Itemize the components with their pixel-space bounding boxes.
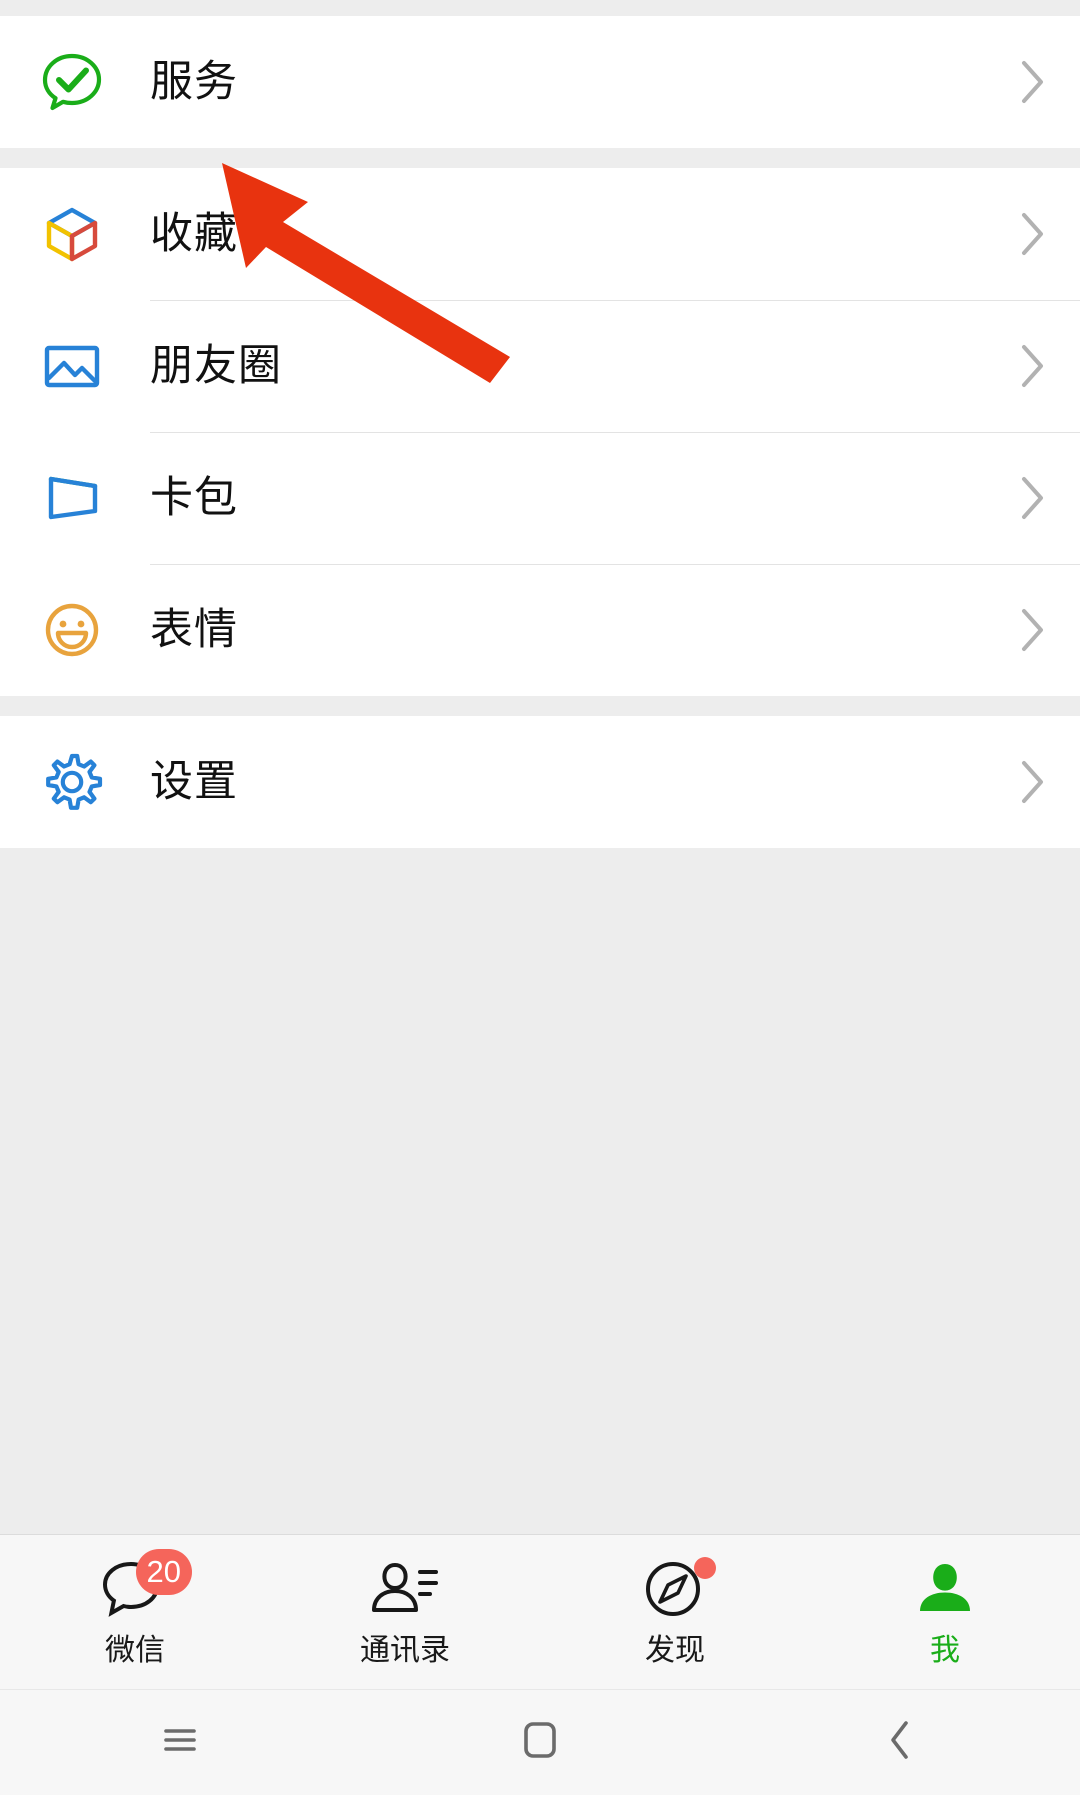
tab-label: 通讯录 (360, 1633, 450, 1667)
menu-item-label: 设置 (150, 757, 238, 806)
nav-back-button[interactable] (720, 1720, 1080, 1765)
tab-contacts-icon-wrap (368, 1559, 442, 1625)
nav-recents-button[interactable] (0, 1725, 360, 1760)
bottom-tab-bar: 20 微信 通讯录 发现 我 (0, 1534, 1080, 1689)
chevron-right-icon (1020, 211, 1046, 257)
me-person-icon (914, 1558, 976, 1625)
chevron-left-back-icon (887, 1720, 913, 1765)
wechat-pay-services-icon (40, 50, 104, 114)
menu-item-label: 服务 (150, 57, 238, 106)
wechat-me-screen: 服务 收藏 朋友圈 卡包 表情 设置 20 微信 通讯录 发现 我 (0, 0, 1080, 1795)
chevron-right-icon (1020, 59, 1046, 105)
menu-item-label: 朋友圈 (150, 341, 282, 390)
tab-chats-icon-wrap: 20 (98, 1548, 192, 1625)
tab-label: 我 (930, 1633, 960, 1667)
tab-contacts[interactable]: 通讯录 (270, 1535, 540, 1689)
top-spacer (0, 0, 1080, 16)
chevron-right-icon (1020, 607, 1046, 653)
tab-label: 发现 (645, 1633, 705, 1667)
menu-item-label: 卡包 (150, 473, 238, 522)
personal-group: 收藏 朋友圈 卡包 表情 (0, 168, 1080, 696)
services-group: 服务 (0, 16, 1080, 148)
settings-gear-icon (40, 750, 104, 814)
menu-item-label: 表情 (150, 605, 238, 654)
menu-item-cards[interactable]: 卡包 (0, 432, 1080, 564)
cards-wallet-icon (40, 466, 104, 530)
rounded-square-home-icon (523, 1721, 557, 1764)
empty-area (0, 848, 1080, 1534)
menu-item-stickers[interactable]: 表情 (0, 564, 1080, 696)
contacts-person-list-icon (370, 1558, 440, 1625)
chevron-right-icon (1020, 759, 1046, 805)
group-spacer-2 (0, 696, 1080, 716)
menu-item-services[interactable]: 服务 (0, 16, 1080, 148)
tab-me-icon-wrap (908, 1559, 982, 1625)
tab-me[interactable]: 我 (810, 1535, 1080, 1689)
chevron-right-icon (1020, 343, 1046, 389)
android-system-navbar (0, 1689, 1080, 1795)
discover-dot-badge (694, 1556, 716, 1579)
tab-discover-icon-wrap (638, 1556, 716, 1625)
chevron-right-icon (1020, 475, 1046, 521)
tab-label: 微信 (105, 1633, 165, 1667)
sticker-smiley-icon (40, 598, 104, 662)
unread-badge: 20 (135, 1548, 192, 1595)
moments-photo-icon (40, 334, 104, 398)
hamburger-menu-icon (163, 1725, 197, 1760)
favorites-cube-icon (40, 202, 104, 266)
tab-discover[interactable]: 发现 (540, 1535, 810, 1689)
tab-chats[interactable]: 20 微信 (0, 1535, 270, 1689)
menu-item-settings[interactable]: 设置 (0, 716, 1080, 848)
menu-item-label: 收藏 (150, 209, 238, 258)
nav-home-button[interactable] (360, 1721, 720, 1764)
menu-item-favorites[interactable]: 收藏 (0, 168, 1080, 300)
settings-group: 设置 (0, 716, 1080, 848)
menu-item-moments[interactable]: 朋友圈 (0, 300, 1080, 432)
menu-scroll-area: 服务 收藏 朋友圈 卡包 表情 设置 (0, 0, 1080, 1534)
group-spacer-1 (0, 148, 1080, 168)
